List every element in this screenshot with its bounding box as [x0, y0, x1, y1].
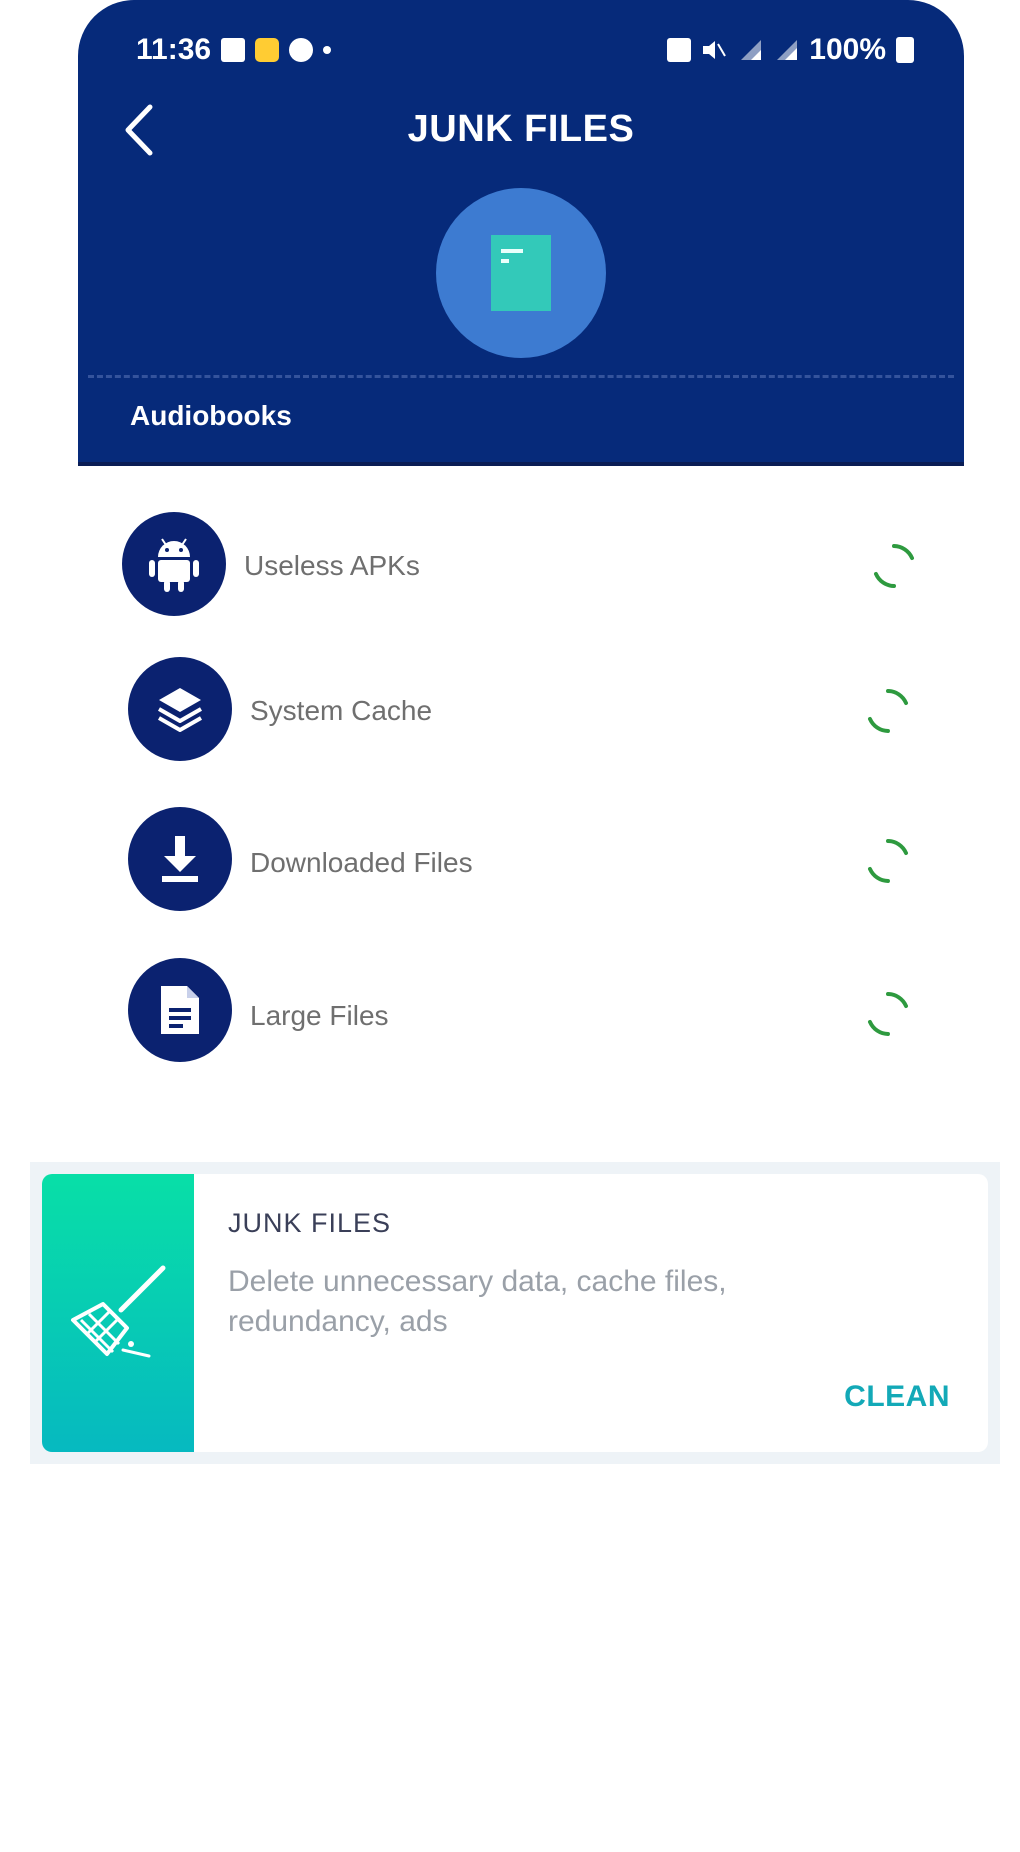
list-item[interactable]: System Cache [0, 645, 1020, 761]
signal-icon [777, 40, 798, 60]
battery-level: 100% [809, 33, 886, 66]
list-item-label: Useless APKs [244, 550, 420, 581]
app-header: 11:36 100% JUNK FILES Audiobooks [78, 0, 964, 466]
card-title: JUNK FILES [228, 1208, 392, 1238]
loading-spinner-icon [868, 839, 908, 883]
loading-spinner-icon [868, 992, 908, 1036]
current-category: Audiobooks [130, 400, 292, 431]
card-body: JUNK FILES Delete unnecessary data, cach… [42, 1174, 988, 1452]
scan-progress-circle [436, 188, 606, 358]
loading-spinner-icon [868, 689, 908, 733]
status-time: 11:36 [136, 33, 212, 66]
download-icon [128, 807, 232, 911]
card-description: Delete unnecessary data, cache files, re… [228, 1265, 727, 1338]
list-item[interactable]: Large Files [0, 946, 1020, 1062]
list-item-label: System Cache [250, 695, 433, 726]
book-icon [491, 235, 551, 311]
battery-icon [896, 37, 914, 63]
junk-files-card[interactable]: JUNK FILES Delete unnecessary data, cach… [30, 1162, 1000, 1464]
status-bar: 11:36 100% [136, 28, 914, 72]
message-icon [221, 38, 246, 62]
notification-dot-icon [323, 46, 332, 54]
list-item-label: Downloaded Files [250, 847, 473, 878]
list-item-label: Large Files [250, 1000, 389, 1031]
clean-button[interactable]: CLEAN [844, 1380, 950, 1414]
avatar-notification-icon [255, 38, 280, 62]
card-illustration [42, 1174, 194, 1452]
sync-icon [289, 38, 314, 62]
list-item[interactable]: Downloaded Files [0, 795, 1020, 911]
broom-icon [71, 1265, 166, 1358]
layers-icon [128, 657, 232, 761]
loading-spinner-icon [874, 544, 914, 588]
page-title: JUNK FILES [407, 108, 635, 150]
progress-divider [88, 375, 954, 378]
list-item[interactable]: Useless APKs [0, 500, 1020, 616]
alarm-icon [667, 38, 692, 62]
signal-icon [741, 40, 762, 60]
mute-icon [703, 41, 727, 59]
document-icon [128, 958, 232, 1062]
android-icon [122, 512, 226, 616]
